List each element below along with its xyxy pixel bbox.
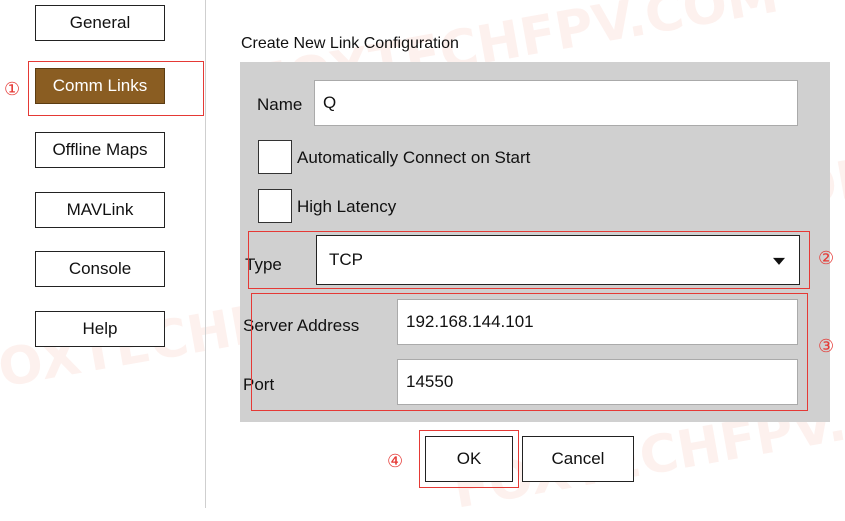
high-latency-label: High Latency <box>297 197 397 216</box>
sidebar-item-mavlink[interactable]: MAVLink <box>35 192 165 228</box>
callout-3: ③ <box>818 336 835 356</box>
sidebar-item-offline-maps[interactable]: Offline Maps <box>35 132 165 168</box>
high-latency-checkbox[interactable] <box>258 189 292 223</box>
sidebar-item-general[interactable]: General <box>35 5 165 41</box>
annotation-box-1 <box>28 61 204 116</box>
annotation-box-3 <box>251 293 808 411</box>
page-title: Create New Link Configuration <box>241 35 459 52</box>
callout-1: ① <box>4 79 21 99</box>
auto-connect-checkbox[interactable] <box>258 140 292 174</box>
sidebar-divider <box>205 0 206 508</box>
annotation-box-2 <box>248 231 810 289</box>
sidebar-item-console[interactable]: Console <box>35 251 165 287</box>
sidebar-item-help[interactable]: Help <box>35 311 165 347</box>
auto-connect-label: Automatically Connect on Start <box>297 148 531 167</box>
callout-4: ④ <box>387 451 404 471</box>
callout-2: ② <box>818 248 835 268</box>
name-label: Name <box>257 95 303 114</box>
cancel-button[interactable]: Cancel <box>522 436 634 482</box>
annotation-box-4 <box>419 430 519 488</box>
name-field[interactable]: Q <box>314 80 798 126</box>
